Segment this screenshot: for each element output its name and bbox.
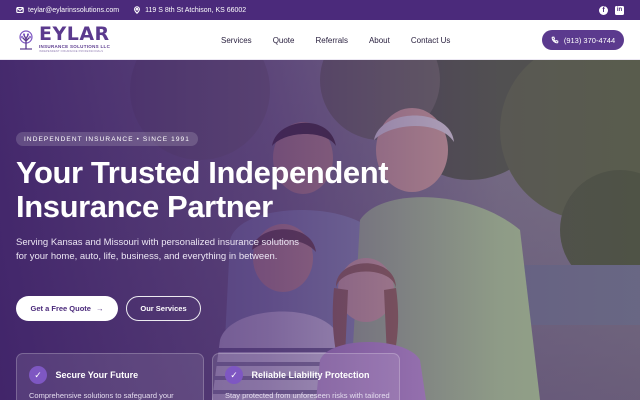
company-logo[interactable]: EYLAR INSURANCE SOLUTIONS LLC INDEPENDEN… [16, 25, 110, 53]
email-link[interactable]: teylar@eylarinssolutions.com [16, 6, 119, 14]
feature-title: Secure Your Future [55, 370, 139, 380]
top-contact-bar: teylar@eylarinssolutions.com 119 S 8th S… [0, 0, 640, 20]
phone-number: (913) 370-4744 [563, 35, 616, 45]
phone-icon [551, 36, 559, 44]
get-free-quote-label: Get a Free Quote [30, 304, 91, 313]
feature-description: Stay protected from unforeseen risks wit… [225, 391, 390, 400]
our-services-label: Our Services [140, 304, 187, 313]
call-phone-button[interactable]: (913) 370-4744 [542, 30, 624, 50]
hero-section: INDEPENDENT INSURANCE • SINCE 1991 Your … [0, 60, 640, 400]
get-free-quote-button[interactable]: Get a Free Quote → [16, 296, 118, 321]
since-badge: INDEPENDENT INSURANCE • SINCE 1991 [16, 132, 198, 146]
hero-title-line-2: Insurance Partner [16, 189, 273, 224]
arrow-right-icon: → [95, 304, 104, 313]
logo-tagline: INDEPENDENT INSURANCE PROFESSIONALS [39, 49, 104, 53]
check-icon: ✓ [29, 366, 47, 384]
main-nav: Services Quote Referrals About Contact U… [221, 20, 471, 60]
location-pin-icon [134, 6, 141, 14]
nav-services[interactable]: Services [221, 36, 252, 45]
feature-title: Reliable Liability Protection [251, 370, 370, 380]
address-text: 119 S 8th St Atchison, KS 66002 [145, 6, 247, 14]
hero-title: Your Trusted Independent Insurance Partn… [16, 156, 396, 224]
linkedin-icon[interactable]: in [615, 5, 624, 15]
nav-referrals[interactable]: Referrals [315, 36, 347, 45]
mail-icon [16, 7, 24, 13]
email-text: teylar@eylarinssolutions.com [28, 6, 120, 14]
feature-description: Comprehensive solutions to safeguard you… [29, 391, 174, 400]
hero-description: Serving Kansas and Missouri with persona… [16, 237, 300, 262]
check-icon: ✓ [225, 366, 243, 384]
feature-card-liability-protection[interactable]: ✓ Reliable Liability Protection Stay pro… [212, 353, 400, 400]
nav-contact[interactable]: Contact Us [411, 36, 451, 45]
site-header: EYLAR INSURANCE SOLUTIONS LLC INDEPENDEN… [0, 20, 640, 60]
purple-overlay [0, 60, 640, 400]
feature-card-secure-future[interactable]: ✓ Secure Your Future Comprehensive solut… [16, 353, 204, 400]
nav-quote[interactable]: Quote [273, 36, 295, 45]
logo-wordmark: EYLAR [39, 23, 110, 46]
hero-title-line-1: Your Trusted Independent [16, 155, 389, 190]
nav-about[interactable]: About [369, 36, 390, 45]
our-services-button[interactable]: Our Services [126, 296, 201, 321]
facebook-icon[interactable]: f [599, 5, 608, 15]
address-link[interactable]: 119 S 8th St Atchison, KS 66002 [133, 6, 246, 14]
family-tree-logo-icon [19, 29, 33, 50]
